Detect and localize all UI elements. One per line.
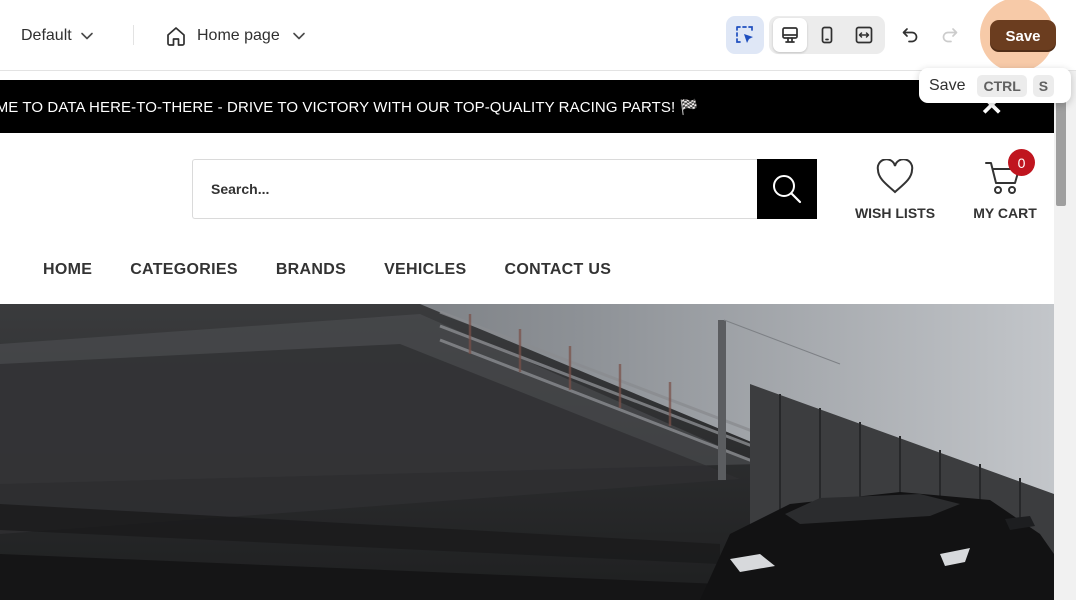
search-input[interactable]: Search... <box>192 159 758 219</box>
search-icon <box>770 172 804 206</box>
cart-count-badge: 0 <box>1008 149 1035 176</box>
full-width-view-button[interactable] <box>847 18 881 52</box>
nav-home[interactable]: HOME <box>43 261 92 279</box>
main-navigation: HOME CATEGORIES BRANDS VEHICLES CONTACT … <box>43 261 611 279</box>
kbd-ctrl: CTRL <box>977 74 1027 97</box>
save-shortcut-tooltip: Save CTRL S <box>919 68 1071 103</box>
undo-button[interactable] <box>891 16 929 54</box>
heart-icon <box>876 159 914 195</box>
redo-icon <box>940 25 960 45</box>
desktop-view-button[interactable] <box>773 18 807 52</box>
hero-image <box>0 304 1054 600</box>
announcement-bar: COME TO DATA HERE-TO-THERE - DRIVE TO VI… <box>0 80 1054 133</box>
announcement-text: COME TO DATA HERE-TO-THERE - DRIVE TO VI… <box>0 99 699 116</box>
mobile-view-button[interactable] <box>810 18 844 52</box>
full-width-icon <box>854 25 874 45</box>
theme-selector-label: Default <box>21 27 72 44</box>
redo-button[interactable] <box>931 16 969 54</box>
tooltip-label: Save <box>929 76 966 94</box>
nav-vehicles[interactable]: VEHICLES <box>384 261 466 279</box>
chevron-down-icon <box>80 29 94 43</box>
toolbar-divider <box>133 25 134 45</box>
preview-scrollbar-thumb[interactable] <box>1056 100 1066 206</box>
cart-link[interactable]: 0 MY CART <box>970 149 1040 221</box>
save-button[interactable]: Save <box>990 20 1056 52</box>
nav-categories[interactable]: CATEGORIES <box>130 261 238 279</box>
editor-toolbar: Default Home page Save <box>0 0 1076 72</box>
page-selector[interactable]: Home page <box>165 23 306 49</box>
viewport-toggle-group <box>769 16 885 54</box>
theme-selector[interactable]: Default <box>21 24 94 48</box>
mobile-icon <box>817 25 837 45</box>
chevron-down-icon <box>292 29 306 43</box>
undo-icon <box>900 25 920 45</box>
store-preview: COME TO DATA HERE-TO-THERE - DRIVE TO VI… <box>0 71 1054 600</box>
desktop-icon <box>780 25 800 45</box>
nav-contact-us[interactable]: CONTACT US <box>504 261 611 279</box>
wishlist-link[interactable]: WISH LISTS <box>852 155 938 221</box>
hero-photo-car-on-bridge <box>0 304 1054 600</box>
search-button[interactable] <box>757 159 817 219</box>
cart-label: MY CART <box>973 205 1037 221</box>
home-icon <box>165 25 187 47</box>
select-tool-button[interactable] <box>726 16 764 54</box>
page-selector-label: Home page <box>197 27 280 44</box>
nav-brands[interactable]: BRANDS <box>276 261 346 279</box>
select-tool-icon <box>734 24 756 46</box>
kbd-s: S <box>1032 74 1055 97</box>
wishlist-label: WISH LISTS <box>854 205 936 221</box>
search-placeholder: Search... <box>211 181 270 197</box>
